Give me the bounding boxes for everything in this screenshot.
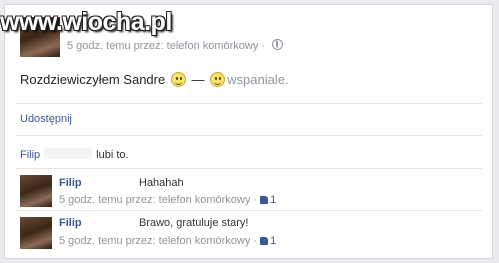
likes-suffix: lubi to. bbox=[96, 149, 129, 161]
divider bbox=[15, 135, 482, 136]
post-meta: 5 godz. temu przez: telefon komórkowy · bbox=[67, 39, 284, 52]
watermark: www.wiocha.pl bbox=[0, 8, 172, 36]
dash: — bbox=[191, 72, 205, 87]
post-status: Rozdziewiczyłem Sandre bbox=[20, 72, 166, 87]
share-link[interactable]: Udostępnij bbox=[20, 113, 72, 125]
redacted-surname bbox=[44, 148, 93, 159]
comment-text: Brawo, gratuluje stary! bbox=[139, 217, 249, 229]
comment-author[interactable]: Filip bbox=[59, 177, 82, 189]
smiley-icon bbox=[170, 72, 186, 87]
thumbs-up-icon[interactable] bbox=[260, 196, 269, 204]
thumbs-up-icon[interactable] bbox=[260, 237, 269, 245]
post-card: 5 godz. temu przez: telefon komórkowy · … bbox=[4, 4, 493, 259]
likes-sentence: Filip lubi to. bbox=[20, 148, 129, 161]
comment-like-count[interactable]: 1 bbox=[270, 194, 276, 206]
feeling-text: wspaniale. bbox=[227, 72, 289, 87]
post-text: Rozdziewiczyłem Sandre — wspaniale. bbox=[20, 71, 289, 89]
divider bbox=[15, 168, 482, 169]
smiley-icon bbox=[210, 72, 226, 87]
comment-meta-text: 5 godz. temu przez: telefon komórkowy · bbox=[59, 235, 258, 247]
avatar[interactable] bbox=[20, 217, 52, 249]
comment-meta: 5 godz. temu przez: telefon komórkowy · 1 bbox=[59, 194, 276, 206]
comment-text: Hahahah bbox=[139, 177, 184, 189]
liker-name[interactable]: Filip bbox=[20, 149, 40, 161]
comment-like-count[interactable]: 1 bbox=[270, 235, 276, 247]
post-meta-text: 5 godz. temu przez: telefon komórkowy · bbox=[67, 40, 266, 52]
avatar[interactable] bbox=[20, 175, 52, 207]
comment-author[interactable]: Filip bbox=[59, 217, 82, 229]
comment-meta: 5 godz. temu przez: telefon komórkowy · 1 bbox=[59, 235, 276, 247]
divider bbox=[15, 210, 482, 211]
comment-meta-text: 5 godz. temu przez: telefon komórkowy · bbox=[59, 194, 258, 206]
divider bbox=[15, 103, 482, 104]
globe-icon[interactable] bbox=[272, 39, 284, 50]
